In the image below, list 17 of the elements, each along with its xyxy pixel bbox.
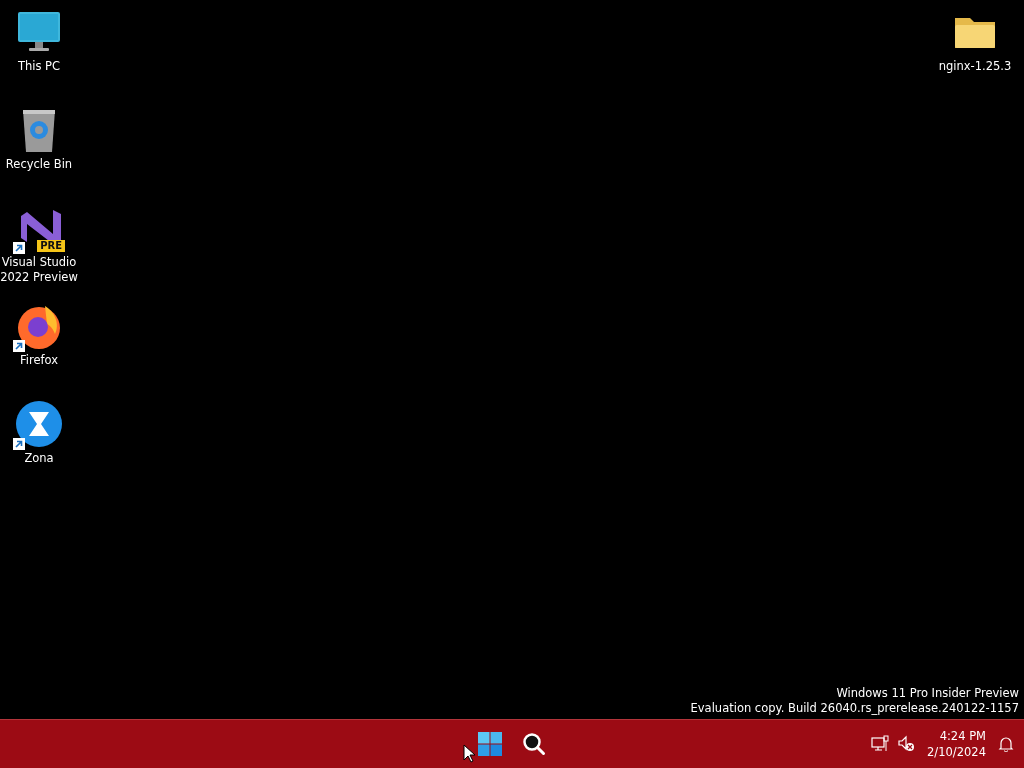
mouse-cursor-icon — [463, 744, 475, 763]
icon-label[interactable]: Firefox — [19, 353, 59, 368]
speaker-muted-icon[interactable] — [897, 735, 916, 753]
clock-button[interactable]: 4:24 PM 2/10/2024 — [923, 728, 990, 760]
network-icon[interactable] — [871, 735, 890, 753]
icon-label[interactable]: Visual Studio 2022 Preview — [0, 255, 78, 285]
icon-label[interactable]: nginx-1.25.3 — [938, 59, 1012, 74]
start-button[interactable] — [476, 730, 504, 758]
build-text: Evaluation copy. Build 26040.rs_prerelease.240122-1157 — [690, 701, 1019, 716]
search-button[interactable] — [520, 730, 548, 758]
badge: PRE — [37, 240, 65, 252]
icon-label[interactable]: Recycle Bin — [5, 157, 73, 172]
edition-text: Windows 11 Pro Insider Preview — [836, 686, 1019, 701]
bell-icon[interactable] — [998, 736, 1014, 752]
hourglass-icon — [15, 400, 63, 448]
icon-label[interactable]: Zona — [24, 451, 54, 466]
icon-label[interactable]: This PC — [17, 59, 61, 74]
